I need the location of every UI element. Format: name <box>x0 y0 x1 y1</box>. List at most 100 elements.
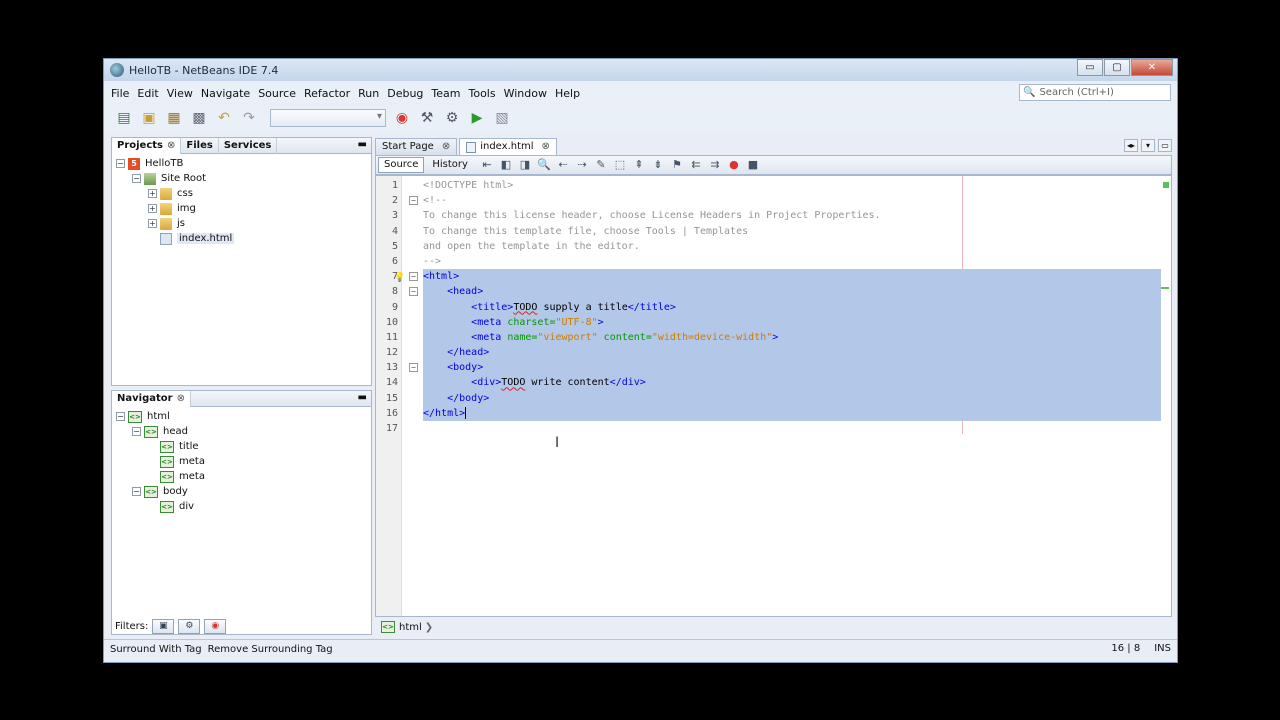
nav-node-body[interactable]: − <> body <box>116 484 371 499</box>
title-bar[interactable]: HelloTB - NetBeans IDE 7.4 ▭ ▢ ✕ <box>104 59 1177 81</box>
menu-tools[interactable]: Tools <box>468 87 495 100</box>
history-view-button[interactable]: History <box>426 157 474 173</box>
filter-show-attributes-icon[interactable]: ▣ <box>152 618 175 634</box>
nav-node-html[interactable]: − <> html <box>116 409 371 424</box>
stop-macro-recording-icon[interactable]: ■ <box>745 157 761 173</box>
next-bookmark-icon[interactable]: ⇟ <box>650 157 666 173</box>
menu-view[interactable]: View <box>167 87 193 100</box>
nav-node-meta[interactable]: <> meta <box>116 469 371 484</box>
fold-toggle-icon[interactable]: − <box>409 287 418 297</box>
minimize-panel-icon[interactable]: ▬ <box>358 392 367 403</box>
start-macro-recording-icon[interactable]: ● <box>726 157 742 173</box>
maximize-button[interactable]: ▢ <box>1104 59 1130 76</box>
clean-build-icon[interactable]: ⚒ <box>417 108 437 128</box>
tab-navigator[interactable]: Navigator ⊗ <box>112 390 191 407</box>
collapse-icon[interactable]: − <box>116 412 125 421</box>
expand-icon[interactable]: + <box>148 204 157 213</box>
tab-start-page[interactable]: Start Page ⊗ <box>375 138 458 155</box>
find-selection-icon[interactable]: 🔍 <box>536 157 552 173</box>
code-editor[interactable]: 1 <!DOCTYPE html> 2− <!-- 3 To change this li… <box>375 175 1172 617</box>
fold-toggle-icon[interactable]: − <box>409 272 418 282</box>
tree-node-css[interactable]: + css <box>116 186 371 201</box>
tab-index-html[interactable]: index.html ⊗ <box>459 138 557 155</box>
code-line[interactable]: 2 − <!-- <box>392 193 1161 208</box>
last-edit-icon[interactable]: ⇤ <box>479 157 495 173</box>
forward-icon[interactable]: ◨ <box>517 157 533 173</box>
code-line[interactable]: 4 To change this template file, choose To… <box>392 224 1161 239</box>
fold-toggle-icon[interactable]: − <box>409 196 418 206</box>
menu-run[interactable]: Run <box>358 87 379 100</box>
build-icon[interactable]: ⚙ <box>442 108 462 128</box>
toggle-bookmark-icon[interactable]: ⚑ <box>669 157 685 173</box>
new-project-icon[interactable]: ▣ <box>139 108 159 128</box>
code-line[interactable]: 16 </html> <box>386 405 1161 421</box>
collapse-icon[interactable]: − <box>132 427 141 436</box>
shift-right-icon[interactable]: ⇉ <box>707 157 723 173</box>
menu-source[interactable]: Source <box>258 87 296 100</box>
tab-files[interactable]: Files <box>181 137 219 154</box>
collapse-icon[interactable]: − <box>116 159 125 168</box>
menu-refactor[interactable]: Refactor <box>304 87 350 100</box>
menu-edit[interactable]: Edit <box>137 87 158 100</box>
save-all-icon[interactable]: ▩ <box>189 108 209 128</box>
error-stripe-ok-icon[interactable] <box>1163 182 1169 188</box>
search-input[interactable]: 🔍 Search (Ctrl+I) <box>1019 84 1171 101</box>
undo-icon[interactable]: ↶ <box>214 108 234 128</box>
show-opened-documents-icon[interactable]: ▾ <box>1141 139 1155 152</box>
scroll-tabs-icon[interactable]: ◂▸ <box>1124 139 1138 152</box>
minimize-panel-icon[interactable]: ▬ <box>358 139 367 150</box>
tree-node-project[interactable]: − 5 HelloTB <box>116 156 371 171</box>
code-line[interactable]: 1 <!DOCTYPE html> <box>392 178 1161 193</box>
nav-node-head[interactable]: − <> head <box>116 424 371 439</box>
code-line[interactable]: 13 − <body> <box>386 360 1161 376</box>
menu-debug[interactable]: Debug <box>387 87 423 100</box>
menu-navigate[interactable]: Navigate <box>201 87 250 100</box>
expand-icon[interactable]: + <box>148 219 157 228</box>
browser-chrome-icon[interactable]: ◉ <box>392 108 412 128</box>
tab-services[interactable]: Services <box>219 137 278 154</box>
code-line[interactable]: 6 --> <box>392 254 1161 269</box>
filter-show-content-icon[interactable]: ⚙ <box>178 618 201 634</box>
collapse-icon[interactable]: − <box>132 487 141 496</box>
menu-window[interactable]: Window <box>504 87 547 100</box>
insert-mode[interactable]: INS <box>1154 643 1171 654</box>
configuration-dropdown[interactable] <box>270 109 386 127</box>
code-line[interactable]: 15 </body> <box>386 390 1161 406</box>
code-line[interactable]: 17 <box>386 421 1161 436</box>
breadcrumb-item-html[interactable]: html <box>399 622 422 633</box>
open-project-icon[interactable]: ▦ <box>164 108 184 128</box>
tree-node-index-html[interactable]: index.html <box>116 231 371 246</box>
fold-toggle-icon[interactable]: − <box>409 363 418 373</box>
code-line[interactable]: 8 − <head> <box>392 284 1161 300</box>
shift-left-icon[interactable]: ⇇ <box>688 157 704 173</box>
filter-show-errors-icon[interactable]: ◉ <box>204 618 227 634</box>
close-tab-icon[interactable]: ⊗ <box>442 139 450 155</box>
previous-bookmark-icon[interactable]: ⇞ <box>631 157 647 173</box>
source-view-button[interactable]: Source <box>378 157 425 173</box>
maximize-editor-icon[interactable]: ▭ <box>1158 139 1172 152</box>
toggle-highlight-icon[interactable]: ✎ <box>593 157 609 173</box>
minimize-button[interactable]: ▭ <box>1077 59 1103 76</box>
find-next-icon[interactable]: ⇢ <box>574 157 590 173</box>
nav-node-div[interactable]: <> div <box>116 499 371 514</box>
code-line[interactable]: 3 To change this license header, choose L… <box>392 208 1161 223</box>
error-stripe-mark[interactable] <box>1161 287 1169 289</box>
code-line[interactable]: 12 </head> <box>386 345 1161 361</box>
run-icon[interactable]: ▶ <box>467 108 487 128</box>
toggle-rect-selection-icon[interactable]: ⬚ <box>612 157 628 173</box>
find-previous-icon[interactable]: ⇠ <box>555 157 571 173</box>
tab-projects[interactable]: Projects ⊗ <box>112 137 182 154</box>
back-icon[interactable]: ◧ <box>498 157 514 173</box>
code-line[interactable]: 11 <meta name="viewport" content="width=… <box>386 329 1161 346</box>
collapse-icon[interactable]: − <box>132 174 141 183</box>
nav-node-meta[interactable]: <> meta <box>116 454 371 469</box>
menu-file[interactable]: File <box>111 87 129 100</box>
code-line[interactable]: 9 <title>TODO supply a title</title> <box>392 299 1161 315</box>
menu-help[interactable]: Help <box>555 87 580 100</box>
menu-team[interactable]: Team <box>431 87 460 100</box>
code-line[interactable]: 5 and open the template in the editor. <box>392 239 1161 254</box>
debug-icon[interactable]: ▧ <box>492 108 512 128</box>
close-tab-icon[interactable]: ⊗ <box>542 139 550 155</box>
nav-node-title[interactable]: <> title <box>116 439 371 454</box>
redo-icon[interactable]: ↷ <box>239 108 259 128</box>
